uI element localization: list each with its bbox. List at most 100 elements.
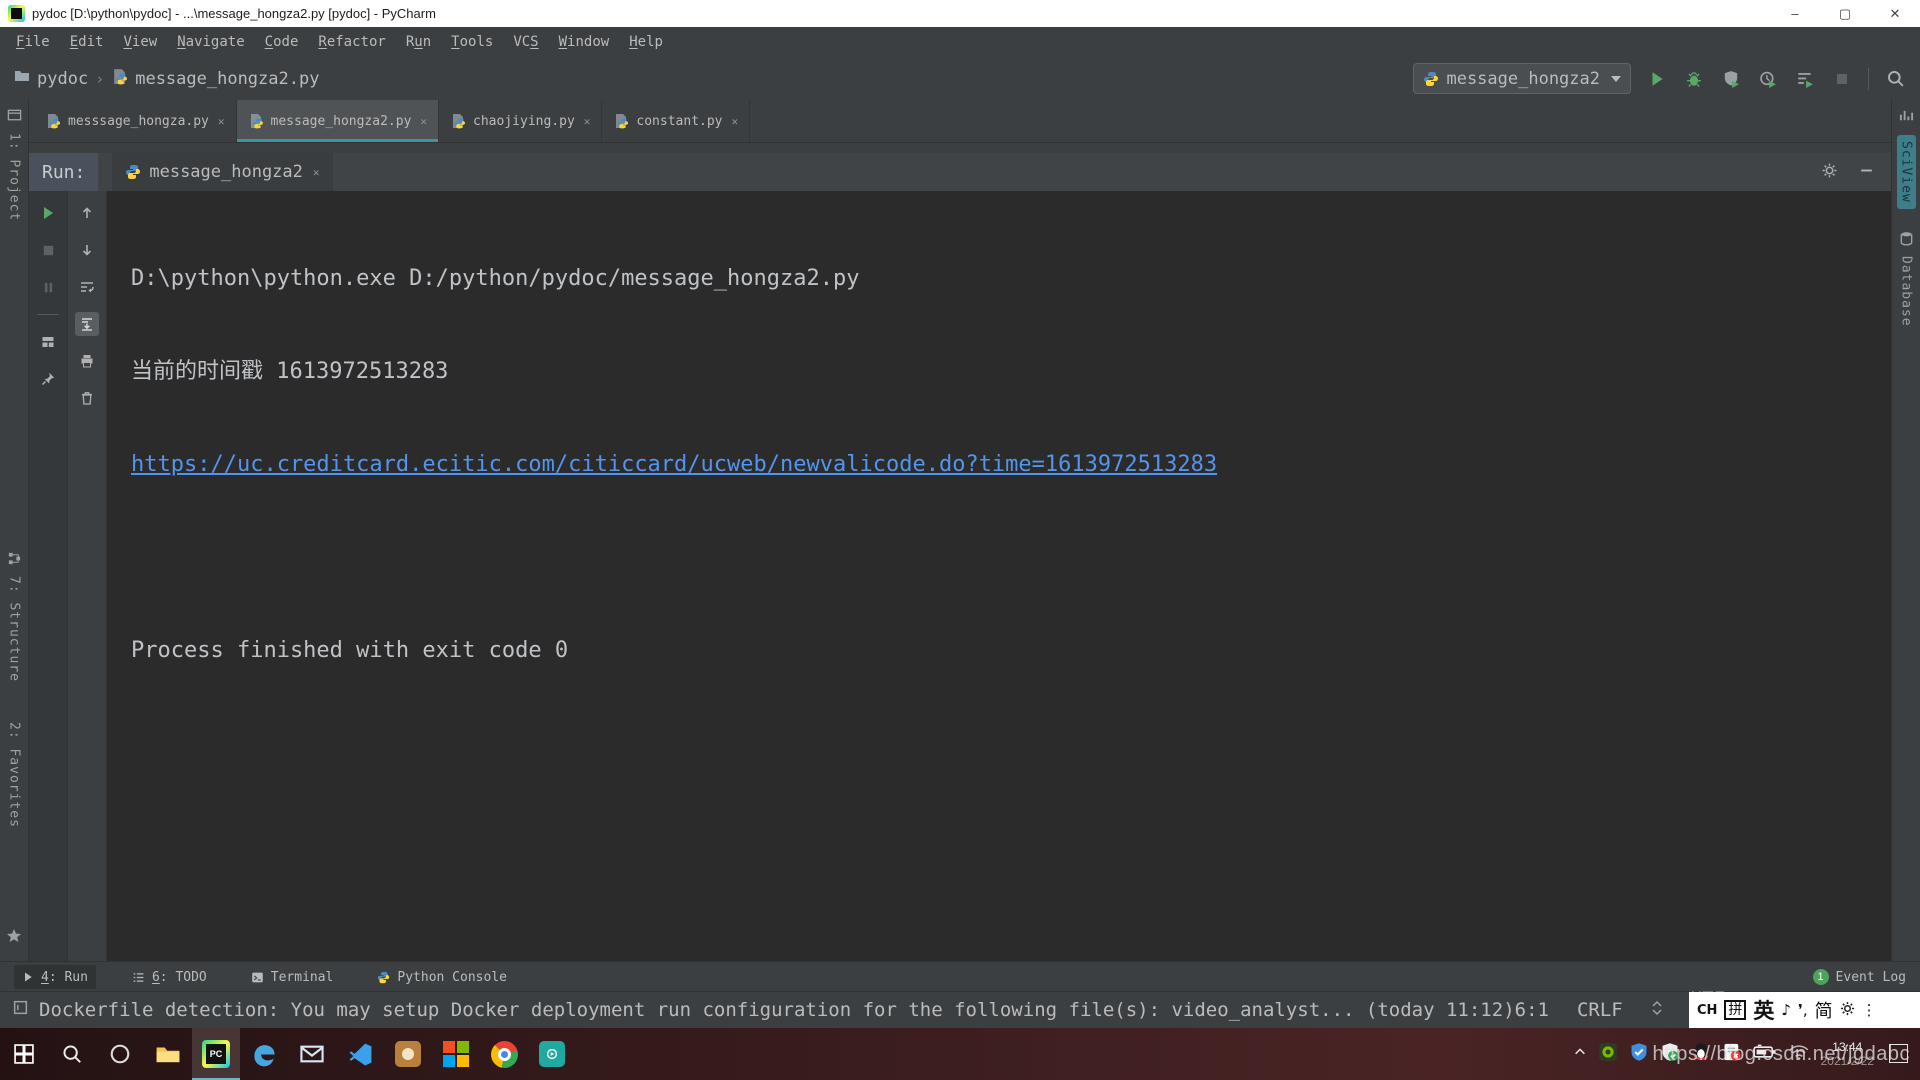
- menu-edit[interactable]: Edit: [60, 27, 114, 57]
- run-with-coverage-button[interactable]: [1720, 68, 1742, 90]
- ime-sound[interactable]: ♪: [1781, 1001, 1791, 1019]
- close-icon[interactable]: ✕: [420, 115, 427, 128]
- run-configuration-select[interactable]: message_hongza2: [1413, 63, 1631, 94]
- soft-wrap-button[interactable]: [75, 275, 99, 299]
- tab-label: constant.py: [636, 114, 722, 129]
- python-icon: [1423, 71, 1439, 87]
- terminal-tool-icon: [251, 971, 264, 984]
- run-console-output[interactable]: D:\python\python.exe D:/python/pydoc/mes…: [107, 191, 1891, 962]
- pycharm-taskbar-icon[interactable]: PC: [192, 1028, 240, 1080]
- caret-position[interactable]: 6:1: [1515, 999, 1549, 1021]
- menu-help[interactable]: Help: [619, 27, 673, 57]
- pc-manager-tray-icon[interactable]: [1629, 1042, 1649, 1067]
- menu-run[interactable]: Run: [396, 27, 441, 57]
- close-icon[interactable]: ✕: [218, 115, 225, 128]
- search-everywhere-icon[interactable]: [1884, 68, 1906, 90]
- minimize-button[interactable]: –: [1770, 0, 1820, 27]
- toolbar-separator: [37, 314, 59, 315]
- cortana-icon[interactable]: [96, 1028, 144, 1080]
- tab-constant[interactable]: constant.py ✕: [602, 100, 750, 142]
- breadcrumb-file[interactable]: message_hongza2.py: [135, 69, 319, 89]
- menu-window[interactable]: Window: [549, 27, 620, 57]
- taskbar-search-icon[interactable]: [48, 1028, 96, 1080]
- tray-expand-chevron-icon[interactable]: [1573, 1045, 1587, 1064]
- database-tool-icon: [1899, 231, 1914, 250]
- ime-punctuation[interactable]: ❜,: [1798, 1001, 1808, 1019]
- app-icon-brown[interactable]: [384, 1028, 432, 1080]
- close-icon[interactable]: ✕: [313, 166, 320, 179]
- up-stacktrace-button[interactable]: [75, 201, 99, 225]
- toolbar-separator: [1868, 68, 1869, 90]
- debug-button[interactable]: [1683, 68, 1705, 90]
- windows-taskbar: PC: [0, 1028, 1920, 1080]
- maximize-button[interactable]: ▢: [1820, 0, 1870, 27]
- tab-chaojiying[interactable]: chaojiying.py ✕: [439, 100, 602, 142]
- editor-and-run-area: messsage_hongza.py ✕ message_hongza2.py …: [29, 100, 1891, 962]
- menu-refactor[interactable]: Refactor: [308, 27, 395, 57]
- chrome-icon[interactable]: [480, 1028, 528, 1080]
- restore-layout-button[interactable]: [36, 330, 60, 354]
- ime-pinyin[interactable]: 拼: [1724, 1000, 1746, 1020]
- tab-messsage-hongza[interactable]: messsage_hongza.py ✕: [34, 100, 237, 142]
- menu-code[interactable]: Code: [255, 27, 309, 57]
- ime-settings-gear-icon[interactable]: [1840, 999, 1855, 1021]
- csdn-watermark: https://blog.csdn.net/jgdabc: [1653, 1043, 1911, 1066]
- ime-simplified[interactable]: 简: [1815, 997, 1833, 1023]
- status-notification-icon[interactable]: [12, 999, 29, 1021]
- microsoft-store-icon[interactable]: [432, 1028, 480, 1080]
- run-concurrency-button[interactable]: [1794, 68, 1816, 90]
- sidebar-item-structure[interactable]: 7: Structure: [7, 576, 22, 682]
- menu-file[interactable]: File: [6, 27, 60, 57]
- tool-window-run[interactable]: 4: Run: [14, 965, 96, 989]
- favorites-star-icon[interactable]: [6, 928, 22, 948]
- run-panel-tab[interactable]: message_hongza2 ✕: [112, 153, 332, 191]
- sidebar-item-project[interactable]: 1: Project: [7, 133, 22, 221]
- updown-chevron-icon: [1651, 999, 1663, 1021]
- tool-window-terminal[interactable]: Terminal: [243, 965, 342, 989]
- sidebar-item-database[interactable]: Database: [1899, 256, 1914, 327]
- menu-vcs[interactable]: VCS: [503, 27, 548, 57]
- sidebar-item-favorites[interactable]: 2: Favorites: [7, 722, 22, 828]
- print-button[interactable]: [75, 349, 99, 373]
- pin-tab-icon[interactable]: [36, 367, 60, 391]
- sidebar-item-sciview[interactable]: SciView: [1897, 135, 1916, 209]
- profiler-button[interactable]: [1757, 68, 1779, 90]
- menu-view[interactable]: View: [113, 27, 167, 57]
- ime-mode-toggle[interactable]: 英: [1753, 995, 1774, 1025]
- vscode-icon[interactable]: [336, 1028, 384, 1080]
- todo-tool-icon: [132, 971, 145, 984]
- close-icon[interactable]: ✕: [584, 115, 591, 128]
- tab-message-hongza2[interactable]: message_hongza2.py ✕: [237, 100, 440, 142]
- tool-window-python-console[interactable]: Python Console: [369, 965, 515, 989]
- console-line-link: https://uc.creditcard.ecitic.com/citicca…: [131, 449, 1891, 480]
- nvidia-tray-icon[interactable]: [1598, 1042, 1618, 1067]
- start-button[interactable]: [0, 1028, 48, 1080]
- stop-button: [36, 238, 60, 262]
- menu-navigate[interactable]: Navigate: [167, 27, 254, 57]
- menu-tools[interactable]: Tools: [441, 27, 503, 57]
- run-button[interactable]: [1646, 68, 1668, 90]
- window-controls: – ▢ ✕: [1770, 0, 1920, 27]
- console-hyperlink[interactable]: https://uc.creditcard.ecitic.com/citicca…: [131, 452, 1217, 477]
- navigation-toolbar: pydoc › message_hongza2.py message_hongz…: [0, 57, 1920, 101]
- rerun-button[interactable]: [36, 201, 60, 225]
- gear-icon[interactable]: [1821, 162, 1838, 183]
- event-log-widget[interactable]: 1 Event Log: [1813, 969, 1906, 985]
- ime-more[interactable]: ⋮: [1862, 1001, 1877, 1019]
- close-icon[interactable]: ✕: [732, 115, 739, 128]
- ime-language[interactable]: CH: [1697, 1003, 1717, 1018]
- mail-app-icon[interactable]: [288, 1028, 336, 1080]
- tool-window-todo[interactable]: 6: TODO: [124, 965, 215, 989]
- structure-tool-icon: [7, 551, 22, 570]
- status-message[interactable]: Dockerfile detection: You may setup Dock…: [39, 999, 1515, 1021]
- line-ending-indicator[interactable]: CRLF: [1577, 999, 1623, 1021]
- edge-browser-icon[interactable]: [240, 1028, 288, 1080]
- file-explorer-icon[interactable]: [144, 1028, 192, 1080]
- breadcrumb-project[interactable]: pydoc: [37, 69, 88, 89]
- clear-all-button[interactable]: [75, 386, 99, 410]
- hide-panel-icon[interactable]: [1858, 162, 1875, 183]
- screen-recorder-icon[interactable]: [528, 1028, 576, 1080]
- down-stacktrace-button[interactable]: [75, 238, 99, 262]
- close-button[interactable]: ✕: [1870, 0, 1920, 27]
- scroll-to-end-button[interactable]: [75, 312, 99, 336]
